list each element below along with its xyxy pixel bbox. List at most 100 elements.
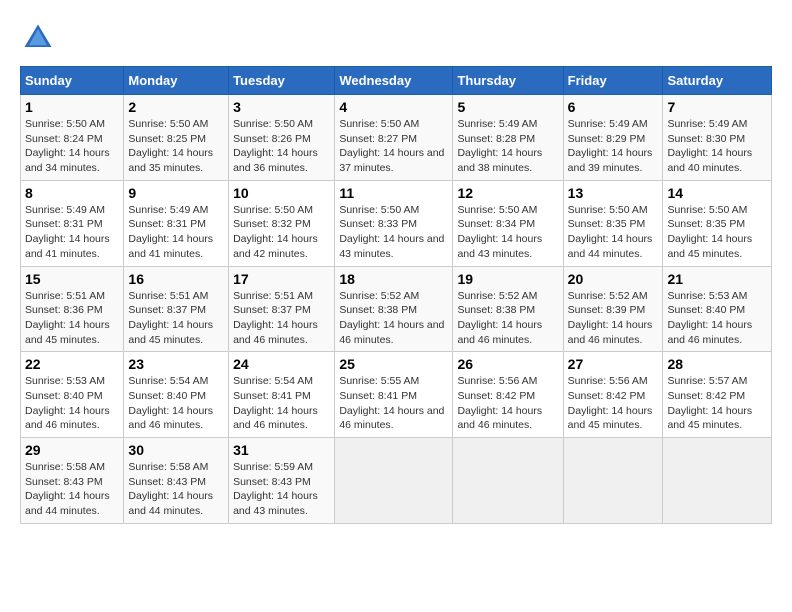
day-info: Sunrise: 5:50 AM Sunset: 8:35 PM Dayligh… (667, 203, 767, 262)
day-number: 30 (128, 442, 224, 458)
day-number: 25 (339, 356, 448, 372)
day-info: Sunrise: 5:50 AM Sunset: 8:35 PM Dayligh… (568, 203, 659, 262)
day-cell: 28 Sunrise: 5:57 AM Sunset: 8:42 PM Dayl… (663, 352, 772, 438)
day-number: 10 (233, 185, 330, 201)
day-number: 26 (457, 356, 558, 372)
day-number: 9 (128, 185, 224, 201)
day-cell: 17 Sunrise: 5:51 AM Sunset: 8:37 PM Dayl… (229, 266, 335, 352)
day-number: 17 (233, 271, 330, 287)
day-number: 11 (339, 185, 448, 201)
header-row: SundayMondayTuesdayWednesdayThursdayFrid… (21, 67, 772, 95)
day-number: 14 (667, 185, 767, 201)
day-number: 6 (568, 99, 659, 115)
day-number: 2 (128, 99, 224, 115)
header-day: Sunday (21, 67, 124, 95)
day-cell: 11 Sunrise: 5:50 AM Sunset: 8:33 PM Dayl… (335, 180, 453, 266)
day-number: 27 (568, 356, 659, 372)
day-info: Sunrise: 5:51 AM Sunset: 8:37 PM Dayligh… (128, 289, 224, 348)
day-cell: 9 Sunrise: 5:49 AM Sunset: 8:31 PM Dayli… (124, 180, 229, 266)
header-day: Thursday (453, 67, 563, 95)
day-info: Sunrise: 5:50 AM Sunset: 8:24 PM Dayligh… (25, 117, 119, 176)
day-number: 8 (25, 185, 119, 201)
day-number: 23 (128, 356, 224, 372)
day-info: Sunrise: 5:55 AM Sunset: 8:41 PM Dayligh… (339, 374, 448, 433)
day-info: Sunrise: 5:49 AM Sunset: 8:31 PM Dayligh… (25, 203, 119, 262)
week-row: 15 Sunrise: 5:51 AM Sunset: 8:36 PM Dayl… (21, 266, 772, 352)
day-number: 28 (667, 356, 767, 372)
day-number: 7 (667, 99, 767, 115)
day-info: Sunrise: 5:49 AM Sunset: 8:31 PM Dayligh… (128, 203, 224, 262)
day-info: Sunrise: 5:56 AM Sunset: 8:42 PM Dayligh… (568, 374, 659, 433)
day-cell: 3 Sunrise: 5:50 AM Sunset: 8:26 PM Dayli… (229, 95, 335, 181)
day-number: 19 (457, 271, 558, 287)
day-info: Sunrise: 5:49 AM Sunset: 8:30 PM Dayligh… (667, 117, 767, 176)
day-cell (453, 438, 563, 524)
page-header (20, 20, 772, 56)
header-day: Saturday (663, 67, 772, 95)
day-cell: 29 Sunrise: 5:58 AM Sunset: 8:43 PM Dayl… (21, 438, 124, 524)
day-number: 29 (25, 442, 119, 458)
day-cell: 19 Sunrise: 5:52 AM Sunset: 8:38 PM Dayl… (453, 266, 563, 352)
day-cell: 23 Sunrise: 5:54 AM Sunset: 8:40 PM Dayl… (124, 352, 229, 438)
day-cell (663, 438, 772, 524)
day-info: Sunrise: 5:59 AM Sunset: 8:43 PM Dayligh… (233, 460, 330, 519)
day-info: Sunrise: 5:52 AM Sunset: 8:38 PM Dayligh… (457, 289, 558, 348)
day-info: Sunrise: 5:50 AM Sunset: 8:32 PM Dayligh… (233, 203, 330, 262)
day-cell: 8 Sunrise: 5:49 AM Sunset: 8:31 PM Dayli… (21, 180, 124, 266)
day-info: Sunrise: 5:51 AM Sunset: 8:37 PM Dayligh… (233, 289, 330, 348)
day-info: Sunrise: 5:56 AM Sunset: 8:42 PM Dayligh… (457, 374, 558, 433)
day-info: Sunrise: 5:58 AM Sunset: 8:43 PM Dayligh… (128, 460, 224, 519)
day-cell: 18 Sunrise: 5:52 AM Sunset: 8:38 PM Dayl… (335, 266, 453, 352)
calendar-table: SundayMondayTuesdayWednesdayThursdayFrid… (20, 66, 772, 524)
header-day: Tuesday (229, 67, 335, 95)
day-cell: 7 Sunrise: 5:49 AM Sunset: 8:30 PM Dayli… (663, 95, 772, 181)
day-info: Sunrise: 5:53 AM Sunset: 8:40 PM Dayligh… (25, 374, 119, 433)
day-cell: 20 Sunrise: 5:52 AM Sunset: 8:39 PM Dayl… (563, 266, 663, 352)
day-cell: 16 Sunrise: 5:51 AM Sunset: 8:37 PM Dayl… (124, 266, 229, 352)
day-number: 1 (25, 99, 119, 115)
day-cell: 5 Sunrise: 5:49 AM Sunset: 8:28 PM Dayli… (453, 95, 563, 181)
day-info: Sunrise: 5:50 AM Sunset: 8:27 PM Dayligh… (339, 117, 448, 176)
day-cell: 22 Sunrise: 5:53 AM Sunset: 8:40 PM Dayl… (21, 352, 124, 438)
day-cell: 15 Sunrise: 5:51 AM Sunset: 8:36 PM Dayl… (21, 266, 124, 352)
day-cell: 27 Sunrise: 5:56 AM Sunset: 8:42 PM Dayl… (563, 352, 663, 438)
day-info: Sunrise: 5:54 AM Sunset: 8:40 PM Dayligh… (128, 374, 224, 433)
day-info: Sunrise: 5:52 AM Sunset: 8:38 PM Dayligh… (339, 289, 448, 348)
day-info: Sunrise: 5:50 AM Sunset: 8:25 PM Dayligh… (128, 117, 224, 176)
day-cell (335, 438, 453, 524)
day-number: 31 (233, 442, 330, 458)
day-info: Sunrise: 5:58 AM Sunset: 8:43 PM Dayligh… (25, 460, 119, 519)
day-cell: 30 Sunrise: 5:58 AM Sunset: 8:43 PM Dayl… (124, 438, 229, 524)
header-day: Wednesday (335, 67, 453, 95)
day-cell: 21 Sunrise: 5:53 AM Sunset: 8:40 PM Dayl… (663, 266, 772, 352)
day-info: Sunrise: 5:50 AM Sunset: 8:33 PM Dayligh… (339, 203, 448, 262)
day-cell: 4 Sunrise: 5:50 AM Sunset: 8:27 PM Dayli… (335, 95, 453, 181)
day-number: 15 (25, 271, 119, 287)
day-cell: 31 Sunrise: 5:59 AM Sunset: 8:43 PM Dayl… (229, 438, 335, 524)
day-number: 5 (457, 99, 558, 115)
day-number: 3 (233, 99, 330, 115)
day-number: 24 (233, 356, 330, 372)
day-cell: 1 Sunrise: 5:50 AM Sunset: 8:24 PM Dayli… (21, 95, 124, 181)
day-info: Sunrise: 5:57 AM Sunset: 8:42 PM Dayligh… (667, 374, 767, 433)
header-day: Monday (124, 67, 229, 95)
day-cell: 10 Sunrise: 5:50 AM Sunset: 8:32 PM Dayl… (229, 180, 335, 266)
day-info: Sunrise: 5:49 AM Sunset: 8:28 PM Dayligh… (457, 117, 558, 176)
day-info: Sunrise: 5:54 AM Sunset: 8:41 PM Dayligh… (233, 374, 330, 433)
day-info: Sunrise: 5:50 AM Sunset: 8:26 PM Dayligh… (233, 117, 330, 176)
day-number: 18 (339, 271, 448, 287)
day-info: Sunrise: 5:52 AM Sunset: 8:39 PM Dayligh… (568, 289, 659, 348)
day-cell: 6 Sunrise: 5:49 AM Sunset: 8:29 PM Dayli… (563, 95, 663, 181)
day-cell: 24 Sunrise: 5:54 AM Sunset: 8:41 PM Dayl… (229, 352, 335, 438)
day-cell: 2 Sunrise: 5:50 AM Sunset: 8:25 PM Dayli… (124, 95, 229, 181)
week-row: 1 Sunrise: 5:50 AM Sunset: 8:24 PM Dayli… (21, 95, 772, 181)
week-row: 8 Sunrise: 5:49 AM Sunset: 8:31 PM Dayli… (21, 180, 772, 266)
day-cell: 12 Sunrise: 5:50 AM Sunset: 8:34 PM Dayl… (453, 180, 563, 266)
day-number: 12 (457, 185, 558, 201)
day-cell: 26 Sunrise: 5:56 AM Sunset: 8:42 PM Dayl… (453, 352, 563, 438)
day-cell: 25 Sunrise: 5:55 AM Sunset: 8:41 PM Dayl… (335, 352, 453, 438)
day-cell: 14 Sunrise: 5:50 AM Sunset: 8:35 PM Dayl… (663, 180, 772, 266)
day-number: 22 (25, 356, 119, 372)
day-cell (563, 438, 663, 524)
day-number: 13 (568, 185, 659, 201)
